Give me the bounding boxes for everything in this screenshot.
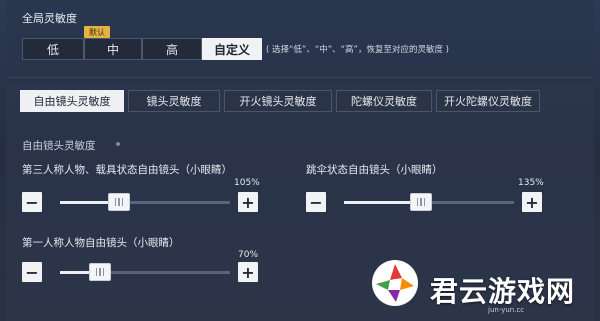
slider-value-third-person: 105% [234,178,260,188]
slider-label-parachute: 跳伞状态自由镜头（小眼睛） [306,164,443,176]
slider-track-third-person[interactable] [60,193,230,211]
increase-button[interactable]: + [522,192,542,212]
decrease-button[interactable]: − [22,262,42,282]
global-sensitivity-title: 全局灵敏度 [22,12,77,25]
tab-gyroscope[interactable]: 陀螺仪灵敏度 [336,90,432,112]
slider-handle[interactable] [410,193,432,211]
tab-free-camera[interactable]: 自由镜头灵敏度 [20,90,124,112]
section-title: 自由镜头灵敏度 [22,140,96,152]
slider-value-parachute: 135% [518,178,544,188]
slider-track-first-person[interactable] [60,263,230,281]
slider-label-first-person: 第一人称人物自由镜头（小眼睛） [22,237,180,249]
option-low[interactable]: 低 [22,38,84,60]
tab-camera[interactable]: 镜头灵敏度 [128,90,220,112]
global-sensitivity-hint: ( 选择“低”、“中”、“高”，恢复至对应的灵敏度 ) [266,45,449,55]
watermark-sub: jun-yun.cc [488,306,525,314]
decrease-button[interactable]: − [22,192,42,212]
increase-button[interactable]: + [238,262,258,282]
slider-handle[interactable] [89,263,111,281]
watermark-brand: 君云游戏网 [430,275,576,308]
watermark-logo-icon [372,260,418,306]
default-badge: 默认 [84,26,110,38]
tab-fire-gyroscope[interactable]: 开火陀螺仪灵敏度 [436,90,540,112]
increase-button[interactable]: + [238,192,258,212]
decrease-button[interactable]: − [306,192,326,212]
option-high[interactable]: 高 [142,38,202,60]
slider-label-third-person: 第三人称人物、载具状态自由镜头（小眼睛） [22,164,232,176]
tab-fire-camera[interactable]: 开火镜头灵敏度 [224,90,332,112]
slider-track-parachute[interactable] [344,193,514,211]
slider-value-first-person: 70% [238,250,259,260]
section-divider [116,142,120,146]
option-medium[interactable]: 中 [84,38,142,60]
option-custom[interactable]: 自定义 [202,38,262,60]
slider-handle[interactable] [108,193,130,211]
